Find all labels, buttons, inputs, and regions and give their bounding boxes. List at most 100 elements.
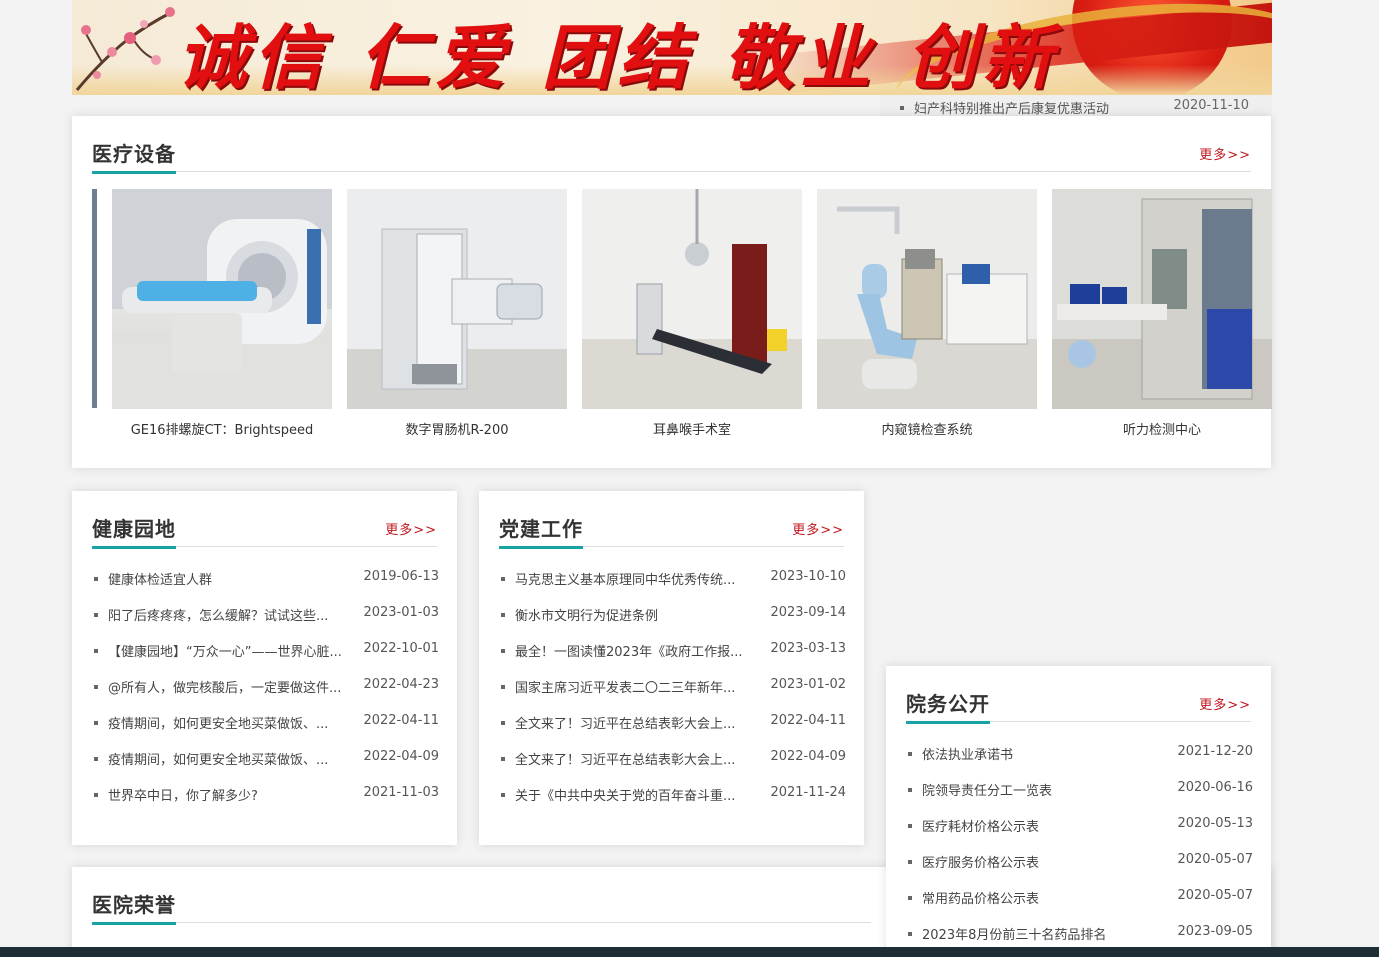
health-header: 健康园地 更多>> <box>92 511 437 549</box>
list-item[interactable]: 疫情期间，如何更安全地买菜做饭、... 2022-04-11 <box>92 705 439 741</box>
list-item-date: 2020-05-07 <box>1177 888 1253 903</box>
list-item-title[interactable]: 衡水市文明行为促进条例 <box>501 605 658 624</box>
more-link[interactable]: 更多>> <box>1199 694 1251 713</box>
list-item-date: 2022-04-09 <box>363 749 439 764</box>
list-item-text: 2023年8月份前三十名药品排名 <box>922 928 1107 943</box>
party-list: 马克思主义基本原理同中华优秀传统... 2023-10-10 衡水市文明行为促进条… <box>499 561 846 813</box>
bullet-icon <box>94 684 98 689</box>
section-title: 医院荣誉 <box>92 889 176 925</box>
list-item-date: 2020-06-16 <box>1177 780 1253 795</box>
list-item[interactable]: 全文来了！习近平在总结表彰大会上... 2022-04-11 <box>499 705 846 741</box>
list-item-title[interactable]: 医疗耗材价格公示表 <box>908 816 1039 835</box>
list-item[interactable]: 国家主席习近平发表二〇二三年新年... 2023-01-02 <box>499 669 846 705</box>
list-item-text: @所有人，做完核酸后，一定要做这件... <box>108 681 342 696</box>
list-item-title[interactable]: 依法执业承诺书 <box>908 744 1013 763</box>
equipment-caption: 听力检测中心 <box>1122 423 1201 438</box>
health-section: 健康园地 更多>> 健康体检适宜人群 2019-06-13 阳了后疼疼疼，怎么缓解… <box>72 491 457 845</box>
affairs-list: 依法执业承诺书 2021-12-20 院领导责任分工一览表 2020-06-16 医… <box>906 736 1253 952</box>
equipment-photo-ct[interactable] <box>112 189 332 409</box>
section-title: 院务公开 <box>906 688 990 724</box>
list-item[interactable]: 阳了后疼疼疼，怎么缓解？试试这些... 2023-01-03 <box>92 597 439 633</box>
list-item[interactable]: 关于《中共中央关于党的百年奋斗重... 2021-11-24 <box>499 777 846 813</box>
list-item-text: 常用药品价格公示表 <box>922 892 1040 907</box>
list-item-title[interactable]: 世界卒中日，你了解多少? <box>94 785 258 804</box>
section-title: 党建工作 <box>499 513 583 549</box>
list-item-date: 2023-01-03 <box>363 605 439 620</box>
list-item-date: 2019-06-13 <box>363 569 439 584</box>
equipment-photo-xray[interactable] <box>347 189 567 409</box>
list-item-text: 疫情期间，如何更安全地买菜做饭、... <box>108 753 329 768</box>
list-item[interactable]: 全文来了！习近平在总结表彰大会上... 2022-04-09 <box>499 741 846 777</box>
more-link[interactable]: 更多>> <box>385 519 437 538</box>
bullet-icon <box>501 720 505 725</box>
list-item-date: 2023-10-10 <box>770 569 846 584</box>
list-item-title[interactable]: 最全！一图读懂2023年《政府工作报... <box>501 641 742 660</box>
ticker-date: 2020-11-10 <box>1173 98 1249 113</box>
more-link[interactable]: 更多>> <box>792 519 844 538</box>
list-item-title[interactable]: 常用药品价格公示表 <box>908 888 1039 907</box>
bullet-icon <box>94 756 98 761</box>
list-item[interactable]: 院领导责任分工一览表 2020-06-16 <box>906 772 1253 808</box>
ct-scanner-icon <box>112 189 332 409</box>
list-item-text: 衡水市文明行为促进条例 <box>515 609 659 624</box>
list-item-title[interactable]: 疫情期间，如何更安全地买菜做饭、... <box>94 713 328 732</box>
banner-slogan: 诚信 仁爱 团结 敬业 创新 <box>177 16 1059 95</box>
list-item-title[interactable]: 2023年8月份前三十名药品排名 <box>908 924 1106 943</box>
list-item-title[interactable]: 马克思主义基本原理同中华优秀传统... <box>501 569 735 588</box>
carousel-prev-edge <box>92 189 97 408</box>
list-item[interactable]: 【健康园地】“万众一心”——世界心脏... 2022-10-01 <box>92 633 439 669</box>
ticker-item-title: 妇产科特别推出产后康复优惠活动 <box>914 102 1110 117</box>
section-title: 医疗设备 <box>92 138 176 174</box>
equipment-photo-endoscopy[interactable] <box>817 189 1037 409</box>
bullet-icon <box>501 756 505 761</box>
equipment-caption: 数字胃肠机R-200 <box>405 423 509 438</box>
list-item-title[interactable]: 全文来了！习近平在总结表彰大会上... <box>501 713 735 732</box>
list-item[interactable]: 依法执业承诺书 2021-12-20 <box>906 736 1253 772</box>
list-item-date: 2023-09-14 <box>770 605 846 620</box>
list-item[interactable]: 健康体检适宜人群 2019-06-13 <box>92 561 439 597</box>
list-item-date: 2022-10-01 <box>363 641 439 656</box>
equipment-photo-hearing[interactable] <box>1052 189 1272 409</box>
list-item[interactable]: 常用药品价格公示表 2020-05-07 <box>906 880 1253 916</box>
list-item-title[interactable]: 健康体检适宜人群 <box>94 569 212 588</box>
equipment-header: 医疗设备 更多>> <box>92 136 1251 174</box>
equipment-photo-ent-or[interactable] <box>582 189 802 409</box>
ticker-item[interactable]: 妇产科特别推出产后康复优惠活动 <box>900 98 1109 117</box>
list-item-title[interactable]: 院领导责任分工一览表 <box>908 780 1052 799</box>
list-item[interactable]: 衡水市文明行为促进条例 2023-09-14 <box>499 597 846 633</box>
more-link[interactable]: 更多>> <box>1199 144 1251 163</box>
list-item[interactable]: 世界卒中日，你了解多少? 2021-11-03 <box>92 777 439 813</box>
affairs-section: 院务公开 更多>> 依法执业承诺书 2021-12-20 院领导责任分工一览表 20… <box>886 666 1271 957</box>
list-item-title[interactable]: 国家主席习近平发表二〇二三年新年... <box>501 677 735 696</box>
bullet-icon <box>501 792 505 797</box>
list-item-title[interactable]: 医疗服务价格公示表 <box>908 852 1039 871</box>
list-item-title[interactable]: 全文来了！习近平在总结表彰大会上... <box>501 749 735 768</box>
list-item-text: 世界卒中日，你了解多少? <box>108 789 258 804</box>
bullet-icon <box>908 751 912 756</box>
bullet-icon <box>501 684 505 689</box>
equipment-caption: GE16排螺旋CT：Brightspeed <box>130 423 314 438</box>
list-item[interactable]: @所有人，做完核酸后，一定要做这件... 2022-04-23 <box>92 669 439 705</box>
list-item-text: 医疗耗材价格公示表 <box>922 820 1040 835</box>
list-item[interactable]: 最全！一图读懂2023年《政府工作报... 2023-03-13 <box>499 633 846 669</box>
list-item-title[interactable]: 阳了后疼疼疼，怎么缓解？试试这些... <box>94 605 328 624</box>
list-item-title[interactable]: 关于《中共中央关于党的百年奋斗重... <box>501 785 735 804</box>
bullet-icon <box>94 576 98 581</box>
affairs-header: 院务公开 更多>> <box>906 686 1251 724</box>
endoscopy-chair-icon <box>817 189 1037 409</box>
list-item-text: 全文来了！习近平在总结表彰大会上... <box>515 717 736 732</box>
bullet-icon <box>94 648 98 653</box>
list-item-title[interactable]: 【健康园地】“万众一心”——世界心脏... <box>94 641 342 660</box>
list-item-text: 最全！一图读懂2023年《政府工作报... <box>515 645 743 660</box>
list-item[interactable]: 马克思主义基本原理同中华优秀传统... 2023-10-10 <box>499 561 846 597</box>
list-item[interactable]: 疫情期间，如何更安全地买菜做饭、... 2022-04-09 <box>92 741 439 777</box>
list-item[interactable]: 医疗服务价格公示表 2020-05-07 <box>906 844 1253 880</box>
list-item[interactable]: 医疗耗材价格公示表 2020-05-13 <box>906 808 1253 844</box>
honor-header: 医院荣誉 <box>92 887 871 925</box>
list-item-title[interactable]: 疫情期间，如何更安全地买菜做饭、... <box>94 749 328 768</box>
list-item-text: 疫情期间，如何更安全地买菜做饭、... <box>108 717 329 732</box>
header-banner: 诚信 仁爱 团结 敬业 创新 <box>72 0 1272 95</box>
list-item-date: 2022-04-11 <box>770 713 846 728</box>
list-item-text: 马克思主义基本原理同中华优秀传统... <box>515 573 736 588</box>
list-item-title[interactable]: @所有人，做完核酸后，一定要做这件... <box>94 677 341 696</box>
